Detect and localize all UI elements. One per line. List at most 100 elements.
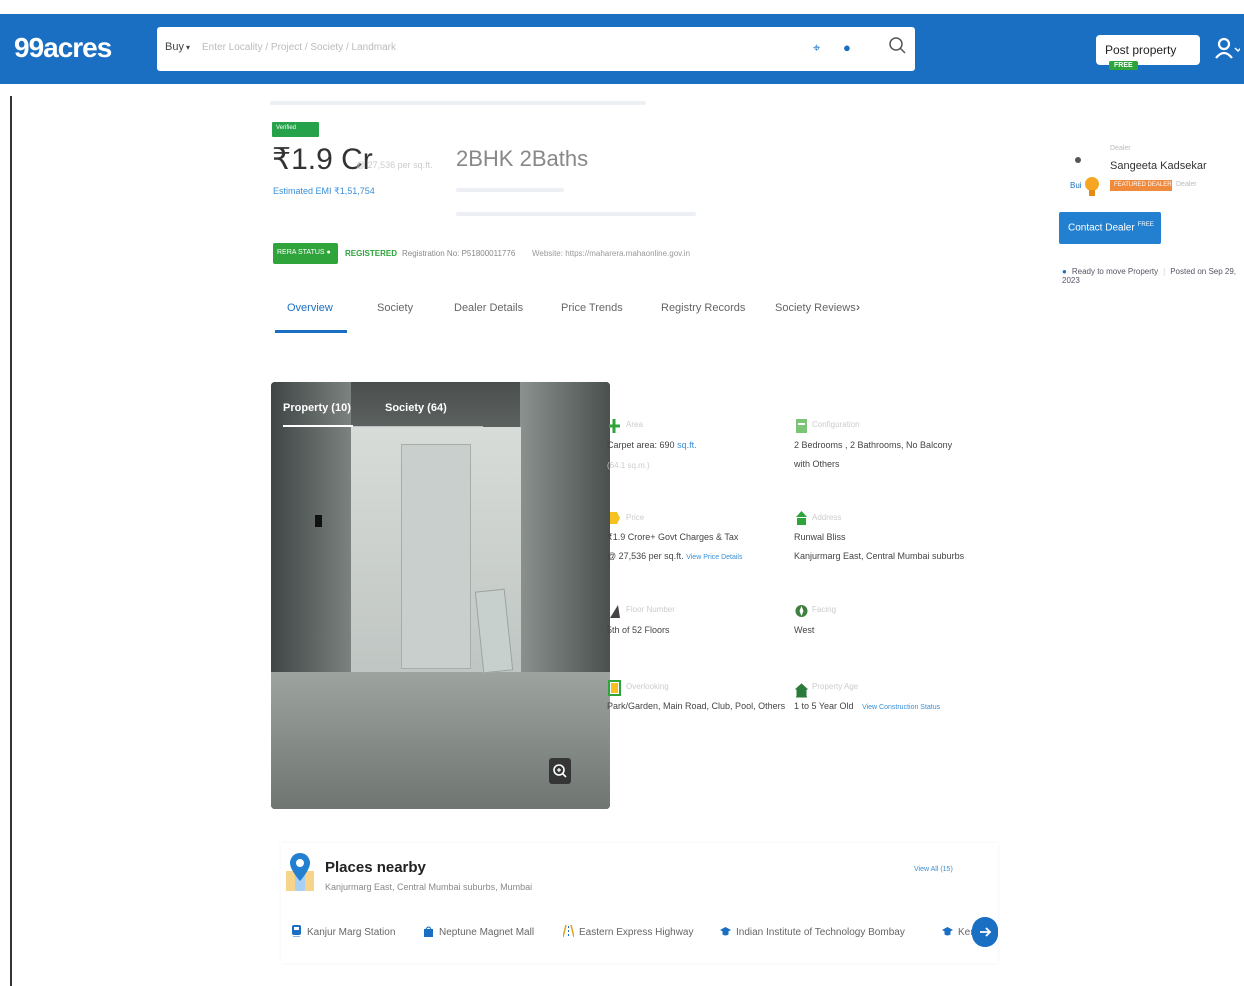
project-name[interactable]: Runwal Bliss [794,532,846,542]
photo-door [401,444,471,669]
train-icon [292,925,301,937]
overlooking-icon [608,680,621,696]
configuration-icon [796,419,807,433]
arrow-right-icon[interactable] [972,917,998,947]
price-label: Price [626,513,645,522]
photo-tab-indicator [283,425,353,427]
photo-floor [271,672,610,809]
photo-tab-society[interactable]: Society (64) [385,402,447,414]
nearby-place-label: Indian Institute of Technology Bombay [736,927,905,938]
floor-label: Floor Number [626,605,675,614]
tab-society[interactable]: Society [377,302,413,314]
user-account-icon[interactable] [1214,36,1240,62]
floor-value: 5th of 52 Floors [607,625,670,635]
graduation-cap-icon [720,927,731,936]
shopping-bag-icon [424,926,433,937]
price-per-sqft-detail: @ 27,536 per sq.ft. View Price Details [607,551,742,561]
property-age-value: 1 to 5 Year Old [794,701,854,711]
estimated-emi-link[interactable]: Estimated EMI ₹1,51,754 [273,186,375,197]
tab-registry-records[interactable]: Registry Records [661,302,745,314]
location-icon[interactable]: ⌖ [813,40,820,56]
price-value: ₹1.9 Crore+ Govt Charges & Tax [607,532,739,542]
area-icon [609,419,620,433]
dealer-name[interactable]: Sangeeta Kadsekar [1110,160,1207,172]
building-age-icon [795,683,808,698]
configuration-value-line2: with Others [794,459,840,469]
property-age-label: Property Age [812,682,859,691]
property-age-detail: 1 to 5 Year Old View Construction Status [794,701,940,711]
top-header: 99acres Buy ▾ Enter Locality / Project / … [0,14,1244,84]
svg-text:Bui: Bui [1070,181,1082,190]
facing-label: Facing [812,605,837,614]
chevron-down-icon: ▾ [185,43,190,52]
search-input[interactable]: Enter Locality / Project / Society / Lan… [202,42,396,53]
locality-name: Kanjurmarg East, Central Mumbai suburbs [794,551,965,561]
featured-dealer-badge: FEATURED DEALER [1110,180,1172,191]
site-logo[interactable]: 99acres [14,32,112,64]
registration-number: Registration No: P51800011776 [402,249,516,258]
area-label: Area [626,420,643,429]
area-value: Carpet area: 690 sq.ft. [607,440,697,450]
tab-society-reviews[interactable]: Society Reviews [775,302,856,314]
nearby-place-item[interactable]: Kanjur Marg Station [291,925,395,938]
nearby-place-item[interactable]: Neptune Magnet Mall [423,925,534,938]
rera-status-label: RERA STATUS [277,249,325,256]
search-mode-dropdown[interactable]: Buy ▾ [165,41,190,53]
rera-website-link[interactable]: Website: https://maharera.mahaonline.gov… [532,249,690,258]
places-nearby-location: Kanjurmarg East, Central Mumbai suburbs,… [325,882,533,892]
search-bar[interactable]: Buy ▾ Enter Locality / Project / Society … [157,27,915,71]
overlooking-value: Park/Garden, Main Road, Club, Pool, Othe… [607,701,786,711]
nearby-place-label: Neptune Magnet Mall [439,927,535,938]
graduation-cap-icon [942,927,953,936]
overlooking-label: Overlooking [626,682,669,691]
page-frame-border [10,96,12,986]
dealer-meta: Dealer [1176,181,1197,188]
contact-dealer-button[interactable]: Contact Dealer FREE [1059,212,1161,244]
tab-price-trends[interactable]: Price Trends [561,302,623,314]
configuration-label: Configuration [812,420,860,429]
active-tab-indicator [275,330,347,333]
address-icon [796,511,807,525]
view-construction-status-link[interactable]: View Construction Status [862,704,940,711]
highway-icon [563,925,574,937]
listing-configuration: 2BHK 2Baths [456,146,589,171]
ready-to-move-label: Ready to move Property [1071,267,1159,276]
places-nearby-title: Places nearby [325,859,426,876]
zoom-icon[interactable] [549,758,571,784]
price-per-sqft: @ 27,536 per sq.ft. [356,160,433,170]
address-label: Address [812,513,842,522]
location-line [456,212,696,216]
configuration-value-line1: 2 Bedrooms , 2 Bathrooms, No Balcony [794,440,953,450]
post-property-button[interactable]: Post property FREE [1096,35,1200,70]
tab-overview[interactable]: Overview [287,302,333,314]
area-sqm: (64.1 sq.m.) [607,461,650,470]
area-unit-dropdown[interactable]: sq.ft. [677,440,697,450]
dealer-tag: Dealer [1110,145,1131,152]
nearby-place-item[interactable]: Eastern Express Highway [563,925,694,938]
view-all-places-link[interactable]: View All (15) [914,866,953,873]
compass-icon [795,605,808,617]
search-icon[interactable] [887,35,909,57]
status-divider: | [1163,267,1166,276]
nearby-place-item[interactable]: Indian Institute of Technology Bombay [720,925,905,938]
photo-tab-property[interactable]: Property (10) [283,402,351,414]
free-badge: FREE [1109,61,1138,70]
verified-badge: Verified [272,122,319,137]
nearby-place-label: Kanjur Marg Station [307,927,396,938]
rera-status-badge: RERA STATUS ● [273,243,338,264]
rera-registered-label: REGISTERED [345,249,398,258]
dealer-avatar-icon: Bui [1070,157,1099,196]
facing-value: West [794,625,815,635]
listing-status: ● Ready to move Property | Posted on Sep 29… [1062,267,1244,285]
breadcrumb [270,101,646,105]
search-mode-label: Buy [165,41,184,53]
chevron-right-icon[interactable]: › [856,300,860,314]
property-photo-gallery[interactable]: Property (10) Society (64) [271,382,610,809]
price-per-sqft-value: @ 27,536 per sq.ft. [607,551,684,561]
carpet-area: Carpet area: 690 [607,440,675,450]
tab-dealer-details[interactable]: Dealer Details [454,302,523,314]
project-name-line [456,188,564,192]
microphone-icon[interactable]: ● [843,40,851,55]
floor-icon [610,605,620,618]
view-price-details-link[interactable]: View Price Details [686,554,742,561]
